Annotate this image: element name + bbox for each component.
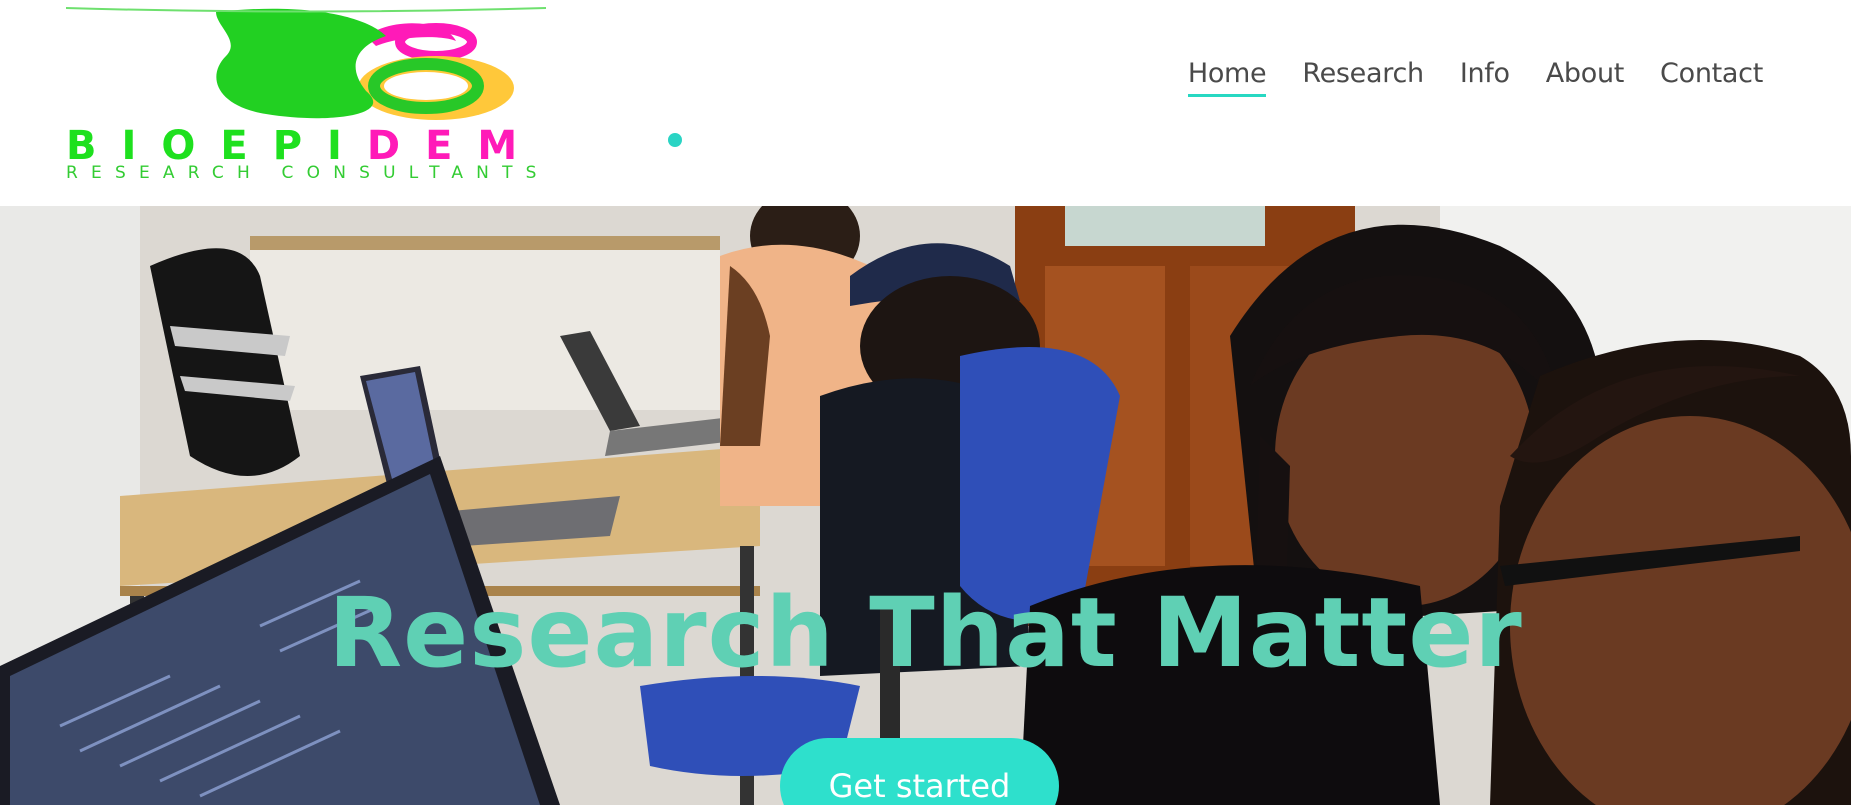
nav-item-research[interactable]: Research bbox=[1302, 58, 1424, 95]
nav-item-about[interactable]: About bbox=[1546, 58, 1625, 95]
get-started-button[interactable]: Get started bbox=[780, 738, 1059, 805]
logo-swoosh-icon bbox=[66, 7, 546, 13]
hero-background-image bbox=[0, 206, 1851, 805]
nav-item-info[interactable]: Info bbox=[1460, 58, 1510, 95]
hero-section: Research That Matter Get started bbox=[0, 206, 1851, 805]
site-logo[interactable]: BIOEPIDEM RESEARCH CONSULTANTS bbox=[66, 6, 686, 196]
logo-wordmark: BIOEPIDEM bbox=[66, 126, 686, 166]
logo-dot bbox=[668, 133, 682, 147]
nav-item-home[interactable]: Home bbox=[1187, 58, 1267, 97]
logo-mark-icon bbox=[216, 8, 514, 120]
logo-tagline: RESEARCH CONSULTANTS bbox=[66, 163, 550, 183]
main-nav: Home Research Info About Contact bbox=[1187, 58, 1763, 97]
nav-item-contact[interactable]: Contact bbox=[1660, 58, 1763, 95]
site-header: BIOEPIDEM RESEARCH CONSULTANTS Home Rese… bbox=[0, 0, 1851, 206]
hero-title: Research That Matter bbox=[328, 577, 1523, 689]
